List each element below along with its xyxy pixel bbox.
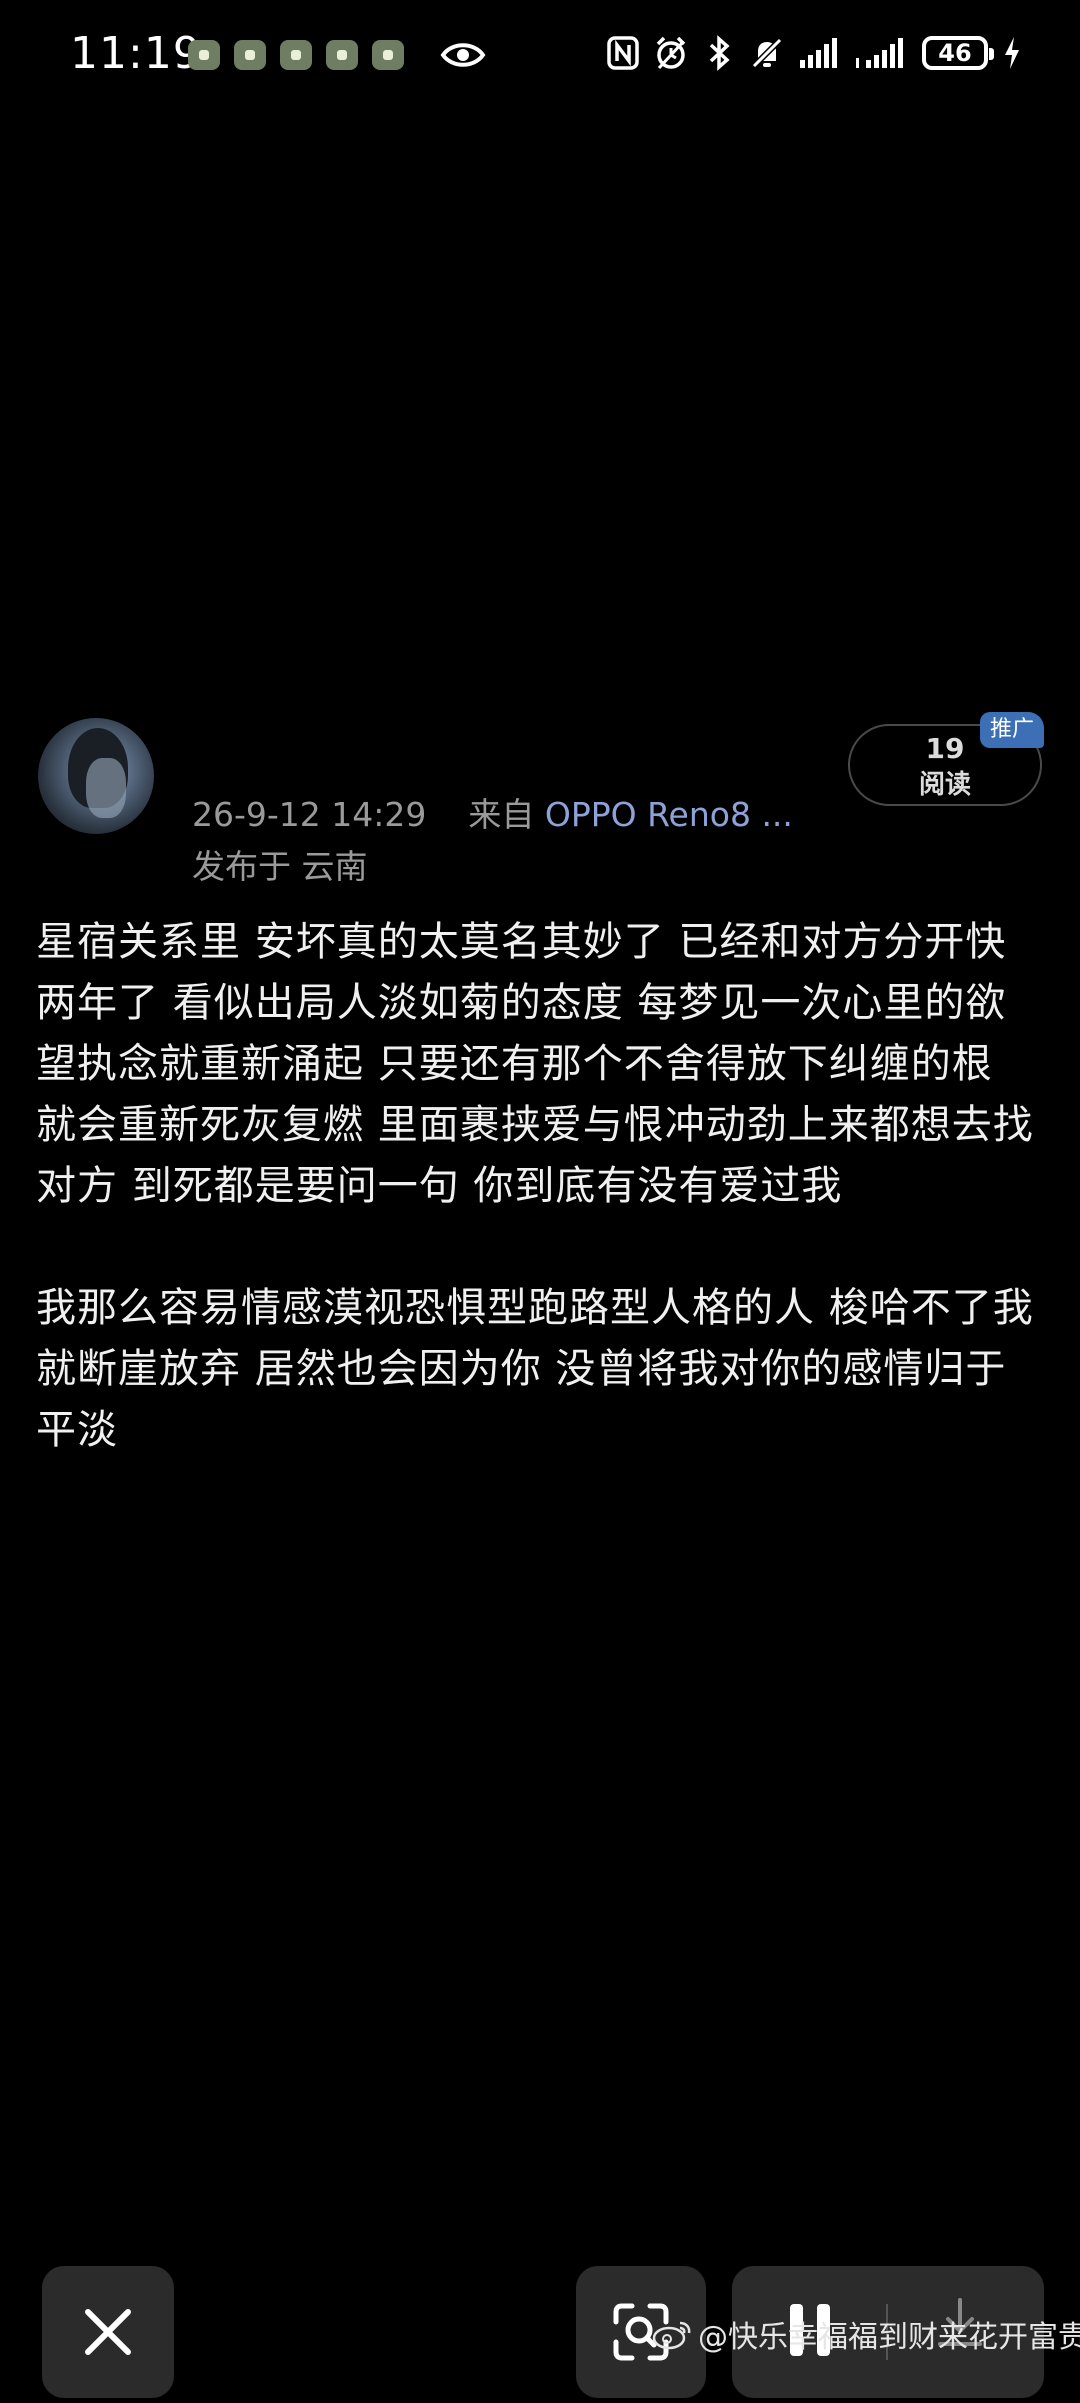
post-body: 星宿关系里 安坏真的太莫名其妙了 已经和对方分开快两年了 看似出局人淡如菊的态度… <box>36 912 1046 1522</box>
post-paragraph: 我那么容易情感漠视恐惧型跑路型人格的人 梭哈不了我就断崖放弃 居然也会因为你 没… <box>36 1285 1034 1453</box>
alarm-icon <box>656 36 686 70</box>
close-button[interactable] <box>42 2266 174 2398</box>
post-timestamp: 26-9-12 14:29 <box>192 795 427 834</box>
nfc-icon <box>607 36 639 70</box>
notification-icons <box>188 40 404 70</box>
promo-tag[interactable]: 推广 <box>980 712 1044 748</box>
post-device-link[interactable]: OPPO Reno8 ... <box>545 795 793 834</box>
notification-icon <box>326 40 358 70</box>
avatar[interactable] <box>38 718 154 834</box>
post-paragraph: 星宿关系里 安坏真的太莫名其妙了 已经和对方分开快两年了 看似出局人淡如菊的态度… <box>36 919 1034 1209</box>
eye-icon <box>440 43 486 67</box>
mute-icon <box>751 37 783 69</box>
notification-icon <box>280 40 312 70</box>
read-label: 阅读 <box>918 770 971 800</box>
charging-icon <box>1005 37 1019 69</box>
notification-icon <box>372 40 404 70</box>
signal-icon <box>800 38 837 68</box>
signal-icon <box>856 38 903 68</box>
status-time: 11:19 <box>70 28 202 79</box>
bluetooth-icon <box>709 35 730 71</box>
system-icons: 46 <box>606 34 1022 72</box>
battery-icon: 46 <box>922 36 994 70</box>
close-icon <box>85 2309 131 2355</box>
notification-icon <box>234 40 266 70</box>
watermark: @快乐幸福福到财来花开富贵 <box>652 2312 1080 2356</box>
post-meta: 26-9-12 14:29 来自 OPPO Reno8 ... <box>192 788 793 836</box>
post-source-prefix: 来自 <box>468 795 535 834</box>
watermark-text: @快乐幸福福到财来花开富贵 <box>698 2320 1080 2355</box>
notification-icon <box>188 40 220 70</box>
weibo-icon <box>652 2321 691 2350</box>
status-bar: 11:19 46 <box>0 0 1080 110</box>
post-location: 发布于 云南 <box>192 847 368 886</box>
